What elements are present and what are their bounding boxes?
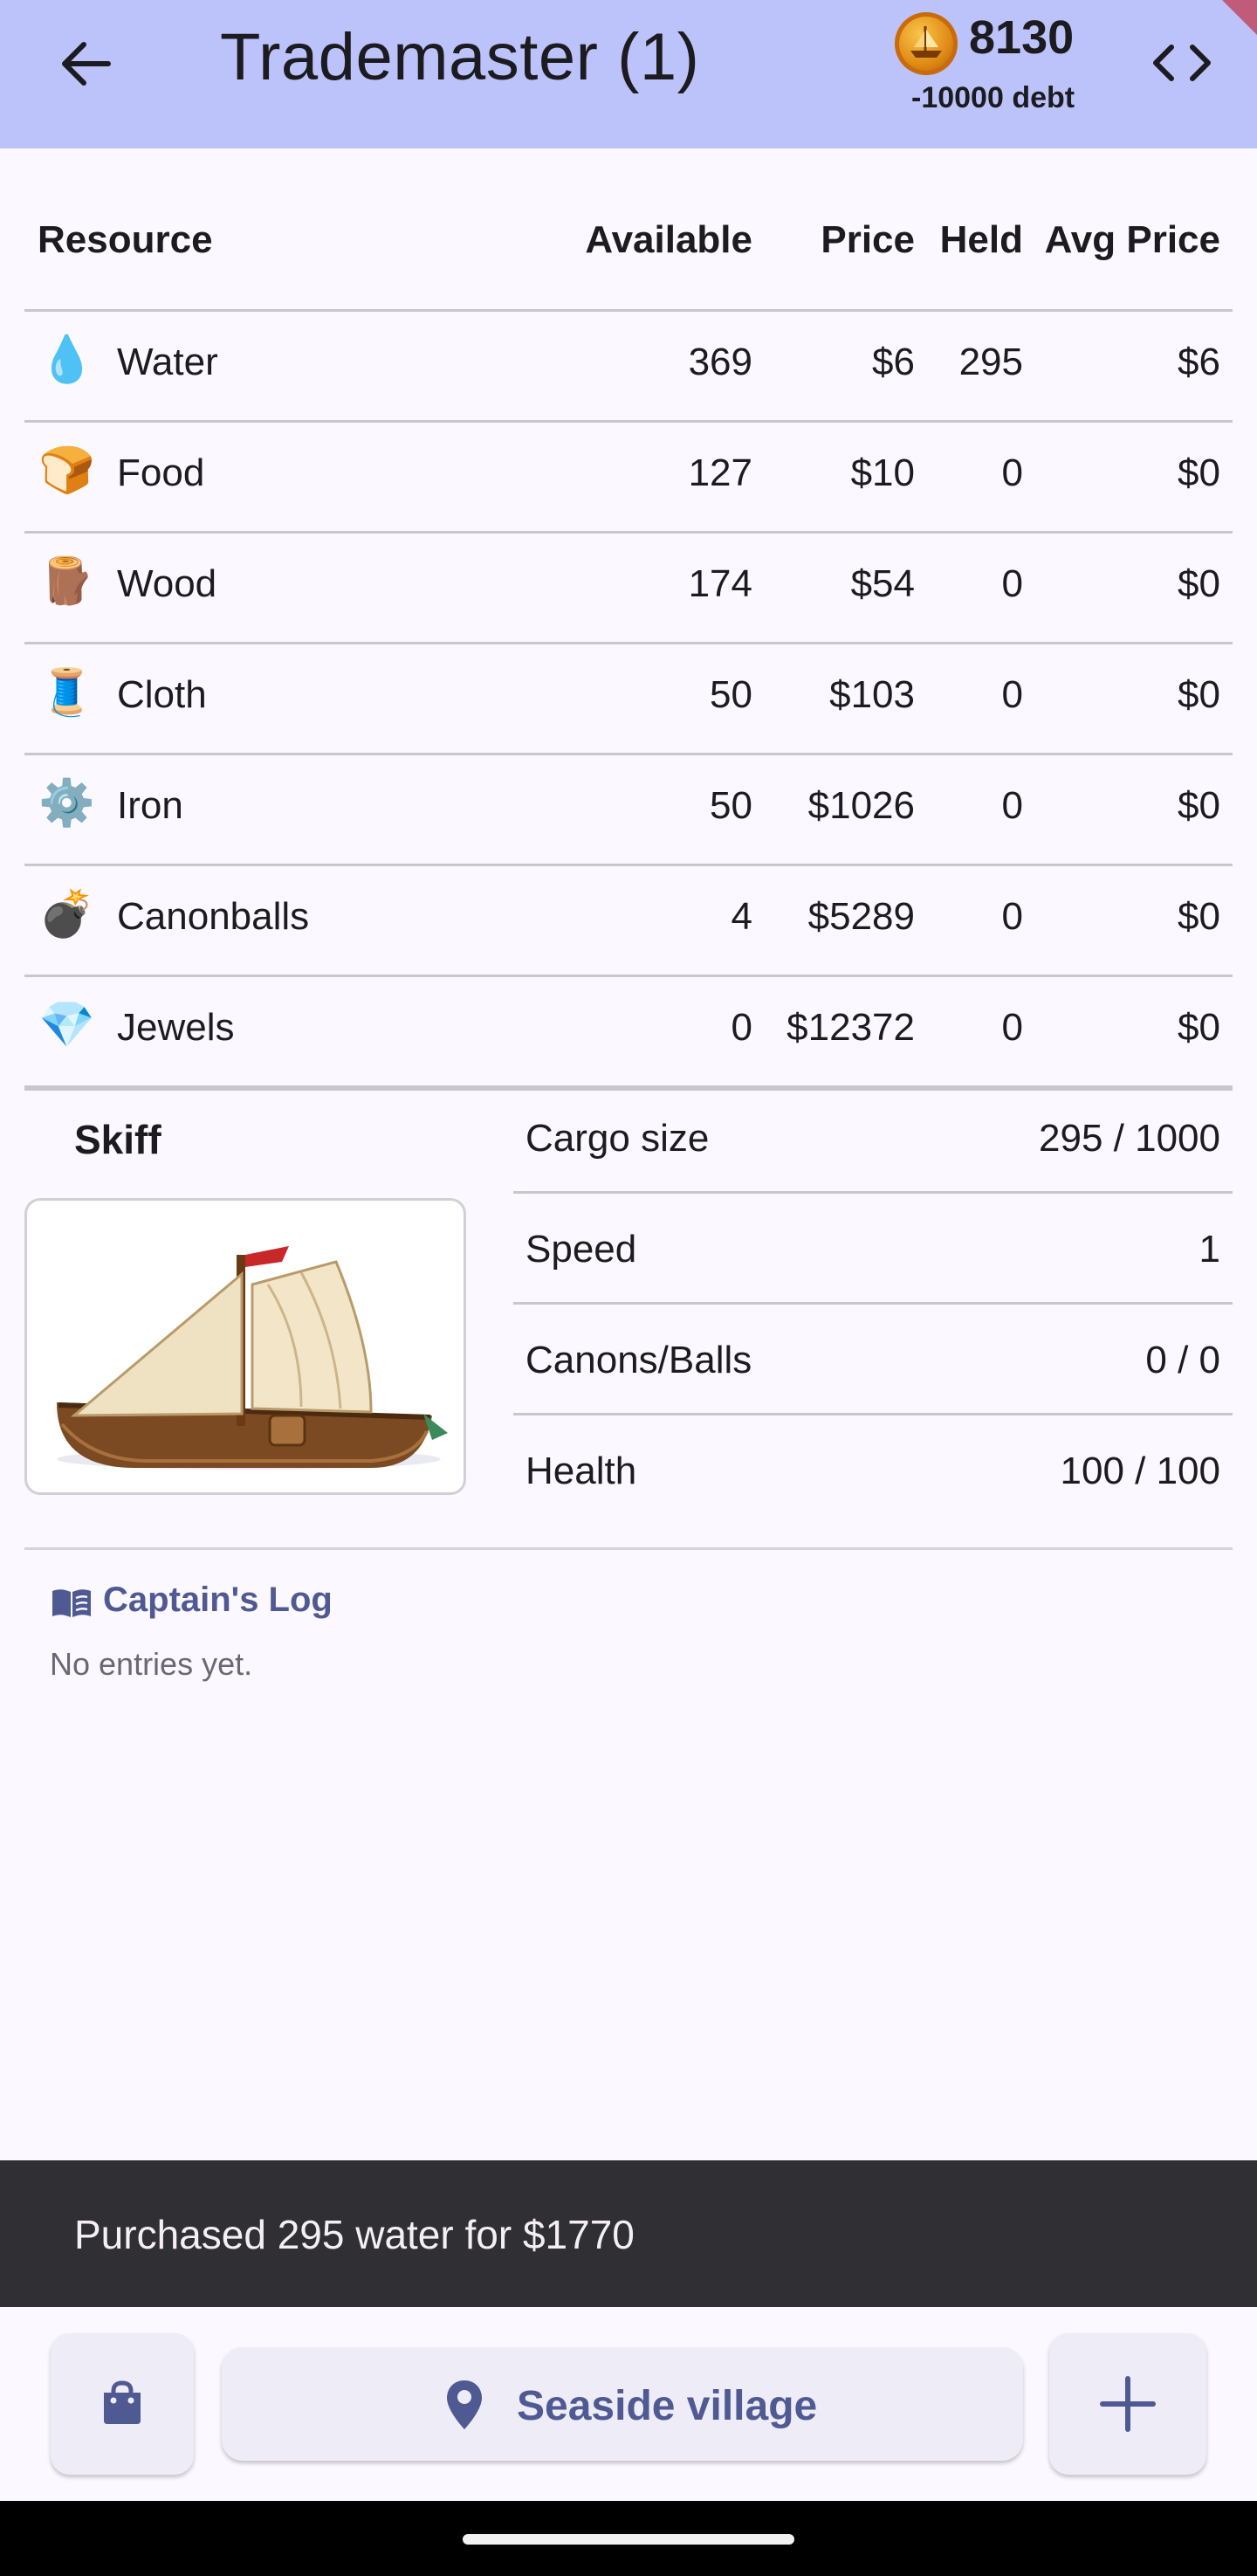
back-button[interactable]: [52, 33, 122, 94]
ship-stat-health: Health 100 / 100: [513, 1415, 1233, 1524]
resource-row-canonballs[interactable]: 💣 Canonballs 4 $5289 0 $0: [24, 866, 1233, 977]
header-avg-price: Avg Price: [1044, 218, 1220, 261]
stat-value: 295 / 1000: [1039, 1117, 1220, 1160]
water-drop-icon: 💧: [38, 334, 95, 385]
thread-spool-icon: 🧵: [38, 667, 95, 718]
stat-value: 1: [1199, 1228, 1220, 1271]
page-title: Trademaster (1): [220, 20, 700, 94]
captains-log-title: Captain's Log: [103, 1581, 333, 1619]
price-value: $12372: [786, 1006, 915, 1049]
location-pin-icon: [447, 2380, 482, 2429]
price-value: $54: [850, 562, 915, 605]
header-resource: Resource: [38, 218, 213, 261]
table-header: Resource Available Price Held Avg Price: [24, 192, 1233, 312]
held-value: 0: [1001, 784, 1023, 827]
available-value: 127: [688, 451, 752, 494]
gem-icon: 💎: [38, 1000, 95, 1050]
stat-label: Cargo size: [525, 1117, 710, 1160]
held-value: 0: [1001, 1006, 1023, 1049]
avg-price-value: $0: [1178, 673, 1220, 716]
resource-row-wood[interactable]: 🪵 Wood 174 $54 0 $0: [24, 534, 1233, 644]
resource-table: Resource Available Price Held Avg Price …: [24, 192, 1233, 1091]
held-value: 0: [1001, 451, 1023, 494]
avg-price-value: $0: [1178, 784, 1220, 827]
resource-name: Jewels: [117, 1006, 235, 1049]
ship-stats: Cargo size 295 / 1000 Speed 1 Canons/Balls 0 …: [513, 1083, 1233, 1524]
resource-row-jewels[interactable]: 💎 Jewels 0 $12372 0 $0: [24, 977, 1233, 1091]
held-value: 0: [1001, 895, 1023, 938]
ship-stat-speed: Speed 1: [513, 1194, 1233, 1305]
resource-name: Iron: [117, 784, 183, 827]
price-value: $1026: [807, 784, 915, 827]
stat-label: Speed: [525, 1228, 637, 1271]
price-value: $5289: [807, 895, 915, 938]
location-button[interactable]: Seaside village: [222, 2347, 1023, 2461]
available-value: 50: [710, 673, 752, 716]
gold-coin-icon: [895, 12, 958, 75]
price-value: $6: [872, 341, 915, 383]
debt-amount: -10000 debt: [911, 81, 1075, 114]
bomb-icon: 💣: [38, 889, 95, 940]
book-icon: [52, 1589, 91, 1617]
ship-stat-canons-balls: Canons/Balls 0 / 0: [513, 1305, 1233, 1415]
resource-row-water[interactable]: 💧 Water 369 $6 295 $6: [24, 312, 1233, 423]
avg-price-value: $0: [1178, 451, 1220, 494]
header-price: Price: [821, 218, 915, 261]
plus-icon: [1100, 2376, 1156, 2432]
avg-price-value: $6: [1178, 341, 1220, 383]
shopping-bag-icon: [104, 2380, 141, 2424]
resource-name: Cloth: [117, 673, 207, 716]
available-value: 0: [731, 1006, 752, 1049]
stat-label: Canons/Balls: [525, 1339, 752, 1381]
price-value: $10: [850, 451, 915, 494]
ship-name: Skiff: [74, 1117, 161, 1162]
price-value: $103: [829, 673, 915, 716]
resource-row-cloth[interactable]: 🧵 Cloth 50 $103 0 $0: [24, 644, 1233, 755]
arrow-back-icon: [62, 42, 111, 86]
add-button[interactable]: [1049, 2333, 1206, 2475]
snackbar-message: Purchased 295 water for $1770: [74, 2212, 635, 2257]
held-value: 0: [1001, 562, 1023, 605]
available-value: 50: [710, 784, 752, 827]
wood-log-icon: 🪵: [38, 556, 95, 607]
location-label: Seaside village: [517, 2383, 818, 2429]
skiff-ship-icon: [57, 1246, 448, 1470]
code-button[interactable]: [1147, 38, 1217, 87]
held-value: 295: [958, 341, 1023, 383]
debug-banner: [1222, 0, 1257, 35]
resource-row-food[interactable]: 🍞 Food 127 $10 0 $0: [24, 423, 1233, 534]
header-held: Held: [939, 218, 1023, 261]
resource-name: Food: [117, 451, 205, 494]
avg-price-value: $0: [1178, 1006, 1220, 1049]
stat-value: 0 / 0: [1145, 1339, 1220, 1381]
section-divider: [24, 1547, 1233, 1550]
ship-image: [24, 1198, 466, 1495]
available-value: 174: [688, 562, 752, 605]
resource-row-iron[interactable]: ⚙️ Iron 50 $1026 0 $0: [24, 755, 1233, 866]
stat-label: Health: [525, 1450, 637, 1492]
ship-stat-cargo-size: Cargo size 295 / 1000: [513, 1083, 1233, 1194]
home-gesture-handle[interactable]: [463, 2534, 794, 2545]
gear-icon: ⚙️: [38, 778, 95, 829]
header-available: Available: [585, 218, 752, 261]
bread-icon: 🍞: [38, 445, 95, 496]
avg-price-value: $0: [1178, 895, 1220, 938]
available-value: 4: [731, 895, 752, 938]
held-value: 0: [1001, 673, 1023, 716]
resource-name: Wood: [117, 562, 217, 605]
avg-price-value: $0: [1178, 562, 1220, 605]
code-brackets-icon: [1153, 45, 1211, 81]
snackbar: Purchased 295 water for $1770: [0, 2160, 1257, 2307]
app-bar: Trademaster (1) 8130 -10000 debt: [0, 0, 1257, 148]
captains-log-empty: No entries yet.: [50, 1646, 253, 1682]
gold-amount: 8130: [969, 11, 1075, 64]
resource-name: Water: [117, 341, 218, 383]
available-value: 369: [688, 341, 752, 383]
inventory-button[interactable]: [51, 2333, 194, 2475]
resource-name: Canonballs: [117, 895, 310, 938]
stat-value: 100 / 100: [1060, 1450, 1221, 1492]
bottom-action-bar: Seaside village: [0, 2307, 1257, 2501]
